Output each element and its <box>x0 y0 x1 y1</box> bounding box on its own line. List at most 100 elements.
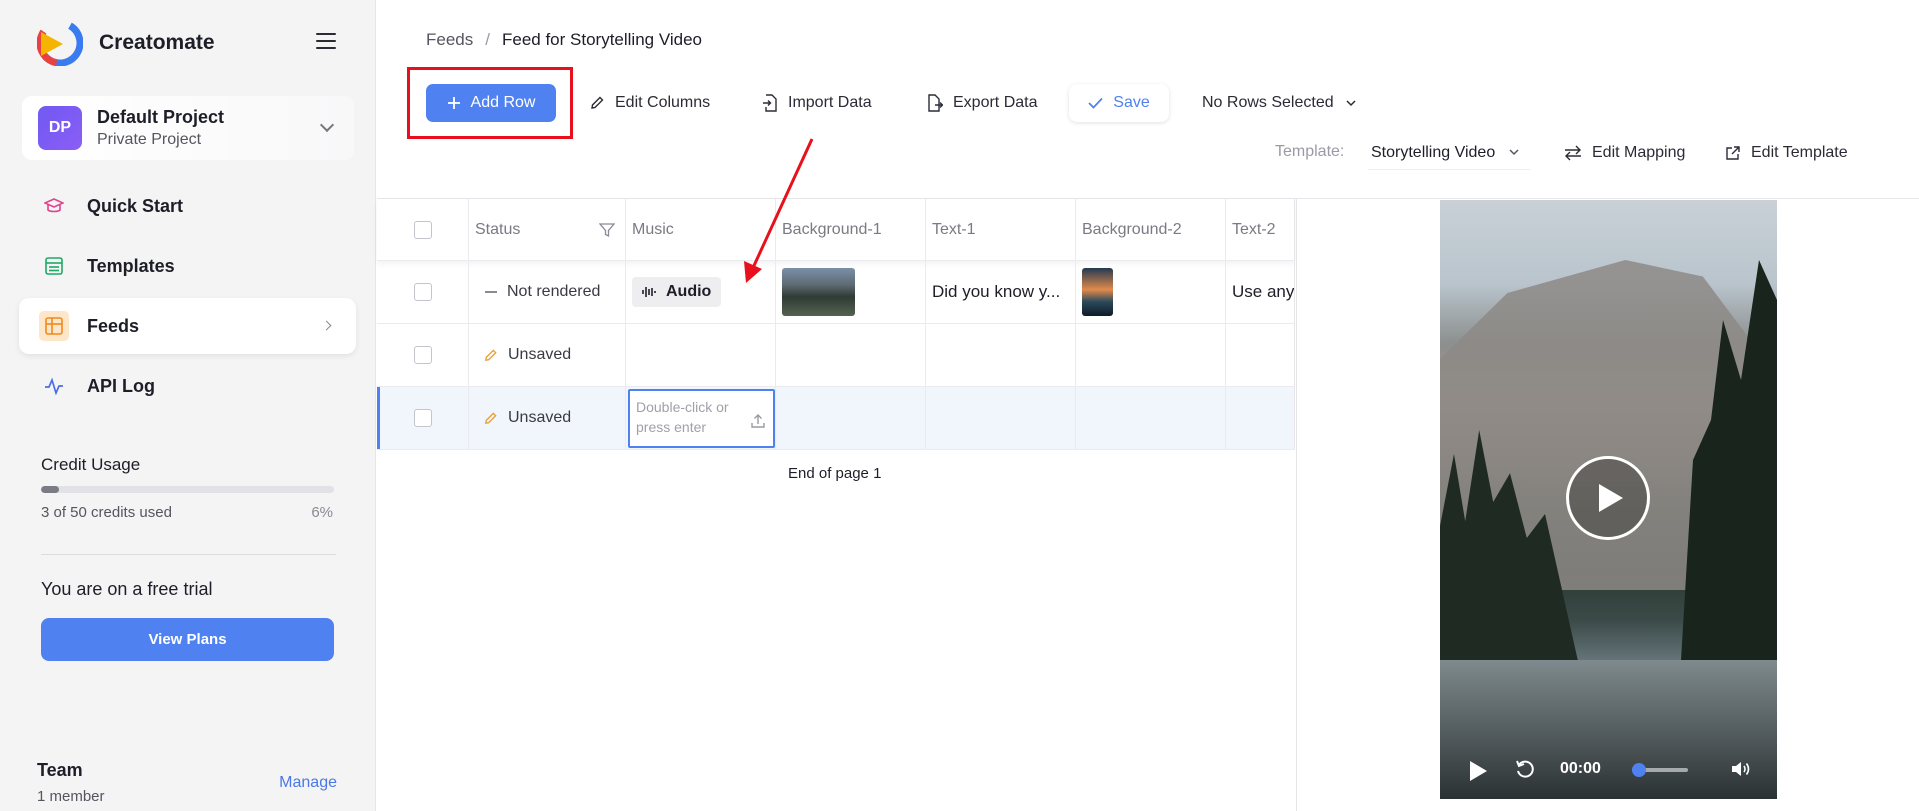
export-file-icon <box>928 94 943 112</box>
sidebar-item-label: Templates <box>87 255 175 276</box>
manage-team-link[interactable]: Manage <box>279 774 337 792</box>
text-1-cell[interactable]: Did you know y... <box>926 261 1076 323</box>
sidebar: Creatomate DP Default Project Private Pr… <box>0 0 376 811</box>
menu-icon[interactable] <box>316 33 336 49</box>
export-data-button[interactable]: Export Data <box>927 84 1037 122</box>
brand[interactable]: Creatomate <box>37 20 215 66</box>
table-row[interactable]: Unsaved <box>377 324 1295 387</box>
video-seek-bar[interactable] <box>1632 763 1688 777</box>
sidebar-item-label: Feeds <box>87 315 140 336</box>
volume-icon[interactable] <box>1730 759 1752 779</box>
audio-chip[interactable]: Audio <box>632 277 722 307</box>
column-header-text-1[interactable]: Text-1 <box>926 199 1076 260</box>
rows-selected-label: No Rows Selected <box>1202 94 1334 111</box>
add-row-button[interactable]: Add Row <box>426 84 556 122</box>
background-1-cell[interactable] <box>776 387 926 449</box>
status-cell[interactable]: Unsaved <box>469 387 626 449</box>
status-text: Unsaved <box>508 409 572 426</box>
save-button[interactable]: Save <box>1069 84 1169 122</box>
breadcrumb: Feeds / Feed for Storytelling Video <box>426 30 702 50</box>
play-icon[interactable] <box>1470 761 1487 781</box>
table-row[interactable]: Not rendered Audio Did you know y... Use… <box>377 261 1295 324</box>
edit-columns-button[interactable]: Edit Columns <box>589 84 710 122</box>
filter-icon[interactable] <box>599 222 615 238</box>
text-2-cell[interactable] <box>1226 324 1295 386</box>
sidebar-item-feeds[interactable]: Feeds <box>19 298 356 354</box>
seek-handle[interactable] <box>1632 763 1646 777</box>
column-header-background-2[interactable]: Background-2 <box>1076 199 1226 260</box>
status-cell[interactable]: Unsaved <box>469 324 626 386</box>
sidebar-item-templates[interactable]: Templates <box>19 238 356 294</box>
sidebar-item-api-log[interactable]: API Log <box>19 358 356 414</box>
background-1-cell[interactable] <box>776 324 926 386</box>
status-cell[interactable]: Not rendered <box>469 261 626 323</box>
table-header-row: Status Music Background-1 Text-1 Backgro… <box>377 199 1295 261</box>
swap-arrows-icon <box>1565 145 1581 161</box>
import-data-button[interactable]: Import Data <box>762 84 872 122</box>
table-row[interactable]: Unsaved Double-click or press enter <box>377 387 1295 450</box>
edit-columns-label: Edit Columns <box>615 94 711 111</box>
feed-table: Status Music Background-1 Text-1 Backgro… <box>377 199 1295 450</box>
text-2-cell[interactable] <box>1226 387 1295 449</box>
rows-selected-dropdown[interactable]: No Rows Selected <box>1202 84 1356 122</box>
credit-usage-fill <box>41 486 59 493</box>
background-2-cell[interactable] <box>1076 261 1226 323</box>
templates-icon <box>43 255 65 277</box>
team-members: 1 member <box>37 788 105 805</box>
project-name: Default Project <box>97 107 225 127</box>
status-text: Not rendered <box>507 283 601 300</box>
import-data-label: Import Data <box>788 94 872 111</box>
project-type: Private Project <box>97 131 202 148</box>
music-cell-editor[interactable]: Double-click or press enter <box>628 389 775 448</box>
pencil-icon <box>484 411 497 424</box>
text-1-cell[interactable] <box>926 387 1076 449</box>
breadcrumb-feeds[interactable]: Feeds <box>426 30 473 50</box>
text-2-cell[interactable]: Use any <box>1226 261 1295 323</box>
row-checkbox-cell <box>377 387 469 449</box>
row-checkbox[interactable] <box>413 283 432 301</box>
row-checkbox[interactable] <box>413 409 432 427</box>
text-1-value: Did you know y... <box>932 282 1061 301</box>
audio-label: Audio <box>666 283 712 300</box>
edit-template-button[interactable]: Edit Template <box>1725 135 1848 171</box>
text-1-cell[interactable] <box>926 324 1076 386</box>
video-time: 00:00 <box>1560 760 1601 777</box>
creatomate-logo-icon <box>37 20 83 66</box>
column-header-text-2[interactable]: Text-2 <box>1226 199 1295 260</box>
editor-placeholder: Double-click or press enter <box>636 399 729 435</box>
export-data-label: Export Data <box>953 94 1038 111</box>
brand-name: Creatomate <box>99 31 215 54</box>
select-all-checkbox[interactable] <box>413 220 432 239</box>
select-all-cell <box>377 199 469 260</box>
template-selected: Storytelling Video <box>1371 143 1496 161</box>
template-select[interactable]: Storytelling Video <box>1368 136 1530 170</box>
activity-icon <box>43 375 65 397</box>
chevron-down-icon <box>1346 99 1356 106</box>
music-cell[interactable] <box>626 324 776 386</box>
music-cell[interactable]: Double-click or press enter <box>626 387 776 449</box>
background-2-cell[interactable] <box>1076 387 1226 449</box>
row-checkbox-cell <box>377 324 469 386</box>
credit-usage-text: 3 of 50 credits used <box>41 504 172 521</box>
template-label: Template: <box>1275 143 1345 160</box>
credit-usage-bar <box>41 486 334 493</box>
page-title: Feed for Storytelling Video <box>501 30 703 49</box>
background-2-cell[interactable] <box>1076 324 1226 386</box>
row-checkbox[interactable] <box>413 346 432 364</box>
upload-icon[interactable] <box>751 413 765 429</box>
sidebar-item-label: API Log <box>87 375 155 396</box>
pencil-icon <box>484 348 497 361</box>
sidebar-nav: Quick Start Templates Feeds API Log <box>19 178 356 418</box>
check-icon <box>1088 97 1103 109</box>
project-avatar: DP <box>38 106 82 150</box>
project-switcher[interactable]: DP Default Project Private Project <box>22 96 354 160</box>
play-overlay-button[interactable] <box>1566 456 1650 540</box>
external-link-icon <box>1726 146 1740 160</box>
background-2-thumbnail <box>1082 268 1113 316</box>
column-header-status[interactable]: Status <box>469 199 626 260</box>
sidebar-item-quick-start[interactable]: Quick Start <box>19 178 356 234</box>
replay-icon[interactable] <box>1514 758 1536 780</box>
view-plans-button[interactable]: View Plans <box>41 618 334 661</box>
edit-mapping-button[interactable]: Edit Mapping <box>1564 135 1685 171</box>
dash-icon <box>485 291 497 293</box>
